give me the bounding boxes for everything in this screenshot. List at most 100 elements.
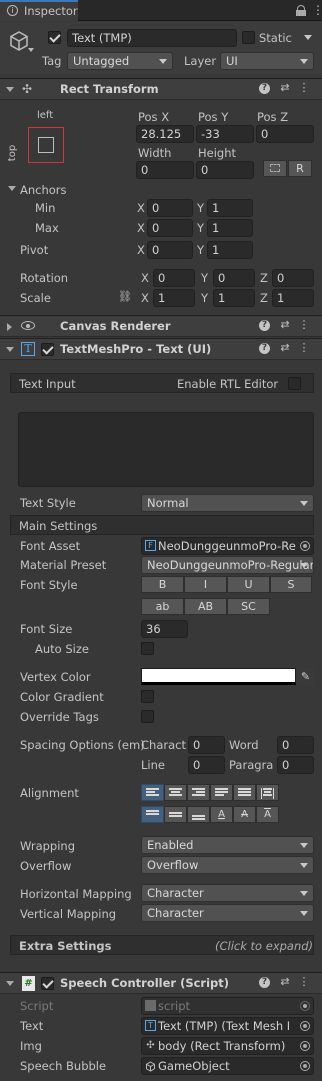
align-center-button[interactable] xyxy=(164,784,187,801)
object-picker-icon[interactable] xyxy=(300,1021,310,1031)
align-top-button[interactable] xyxy=(141,806,164,823)
extra-settings-header[interactable]: Extra Settings (Click to expand) xyxy=(10,935,314,955)
speech-controller-header[interactable]: # Speech Controller (Script) ? ⇄ ⋮ xyxy=(0,972,322,994)
tmp-enabled-checkbox[interactable] xyxy=(41,343,54,356)
min-x-field[interactable]: 0 xyxy=(147,199,193,217)
anchors-foldout-icon[interactable] xyxy=(8,186,16,191)
tab-inspector[interactable]: i Inspector xyxy=(0,0,78,21)
align-left-button[interactable] xyxy=(141,784,164,801)
speech-enabled-checkbox[interactable] xyxy=(41,977,54,990)
help-icon[interactable]: ? xyxy=(259,343,270,354)
rot-y-field[interactable]: 0 xyxy=(213,269,255,287)
component-menu-icon[interactable]: ⋮ xyxy=(298,82,310,94)
line-spacing-field[interactable]: 0 xyxy=(188,756,225,774)
lowercase-button[interactable]: ab xyxy=(141,598,184,615)
tag-dropdown[interactable]: Untagged xyxy=(67,52,173,70)
pivot-x-field[interactable]: 0 xyxy=(147,241,193,259)
help-icon[interactable]: ? xyxy=(259,977,270,988)
bold-button[interactable]: B xyxy=(141,576,184,593)
color-gradient-checkbox[interactable] xyxy=(141,690,154,703)
component-menu-icon[interactable]: ⋮ xyxy=(298,342,310,354)
align-geometry-center-button[interactable] xyxy=(256,784,279,801)
material-preset-dropdown[interactable]: NeoDunggeunmoPro-Regular xyxy=(141,556,314,574)
font-asset-field[interactable]: F NeoDunggeunmoPro-Re xyxy=(141,537,314,555)
rot-x-field[interactable]: 0 xyxy=(153,269,195,287)
smallcaps-button[interactable]: SC xyxy=(227,598,270,615)
component-menu-icon[interactable]: ⋮ xyxy=(298,319,310,331)
icon-dropdown-arrow[interactable] xyxy=(28,48,34,52)
vertex-color-swatch[interactable] xyxy=(141,668,296,685)
raw-edit-button[interactable]: R xyxy=(288,160,312,177)
object-picker-icon[interactable] xyxy=(300,1041,310,1051)
object-picker-icon[interactable] xyxy=(300,541,310,551)
strikethrough-button[interactable]: S xyxy=(270,576,312,593)
component-menu-icon[interactable]: ⋮ xyxy=(298,976,310,988)
rect-transform-header[interactable]: ✣ Rect Transform ? ⇄ ⋮ xyxy=(0,78,322,100)
align-capline-button[interactable]: A xyxy=(256,806,279,823)
info-icon: i xyxy=(7,5,18,16)
object-picker-icon[interactable] xyxy=(300,1061,310,1071)
more-menu-icon[interactable]: ⋮ xyxy=(312,3,322,17)
italic-button[interactable]: I xyxy=(184,576,227,593)
character-spacing-field[interactable]: 0 xyxy=(188,736,225,754)
pos-y-field[interactable]: -33 xyxy=(196,125,254,143)
max-y-field[interactable]: 1 xyxy=(207,219,253,237)
text-style-dropdown[interactable]: Normal xyxy=(141,494,314,512)
pivot-x-label: X xyxy=(137,243,145,257)
eyedropper-icon[interactable]: ✎ xyxy=(297,668,314,685)
align-right-button[interactable] xyxy=(187,784,210,801)
width-field[interactable]: 0 xyxy=(136,161,194,179)
chevron-down-icon xyxy=(300,891,308,896)
cube-icon xyxy=(8,30,30,55)
pos-z-field[interactable]: 0 xyxy=(256,125,314,143)
constrain-proportions-icon[interactable]: ⛓ xyxy=(118,291,132,303)
text-input-area[interactable] xyxy=(18,412,314,487)
presets-icon[interactable]: ⇄ xyxy=(279,82,291,94)
overflow-dropdown[interactable]: Overflow xyxy=(141,856,314,874)
static-checkbox[interactable] xyxy=(242,31,255,44)
presets-icon[interactable]: ⇄ xyxy=(279,319,291,331)
align-midline-button[interactable]: A xyxy=(233,806,256,823)
text-ref-field[interactable]: T Text (TMP) (Text Mesh I xyxy=(141,1017,314,1035)
blueprint-mode-button[interactable] xyxy=(263,160,287,177)
rot-z-field[interactable]: 0 xyxy=(272,269,314,287)
scale-z-field[interactable]: 1 xyxy=(272,289,314,307)
gameobject-icon xyxy=(145,1060,156,1072)
scale-x-field[interactable]: 1 xyxy=(153,289,195,307)
horizontal-mapping-dropdown[interactable]: Character xyxy=(141,884,314,902)
align-flush-button[interactable] xyxy=(233,784,256,801)
help-icon[interactable]: ? xyxy=(259,320,270,331)
vertical-mapping-dropdown[interactable]: Character xyxy=(141,904,314,922)
canvas-renderer-header[interactable]: Canvas Renderer ? ⇄ ⋮ xyxy=(0,315,322,337)
presets-icon[interactable]: ⇄ xyxy=(279,342,291,354)
uppercase-button[interactable]: AB xyxy=(184,598,227,615)
min-y-field[interactable]: 1 xyxy=(207,199,253,217)
scale-y-field[interactable]: 1 xyxy=(213,289,255,307)
layer-dropdown[interactable]: UI xyxy=(220,52,314,70)
align-baseline-button[interactable]: A̲ xyxy=(210,806,233,823)
tmp-header[interactable]: T TextMeshPro - Text (UI) ? ⇄ ⋮ xyxy=(0,338,322,360)
pivot-y-field[interactable]: 1 xyxy=(207,241,253,259)
rtl-checkbox[interactable] xyxy=(288,377,301,390)
speech-bubble-field[interactable]: GameObject xyxy=(141,1057,314,1075)
align-justified-button[interactable] xyxy=(210,784,233,801)
auto-size-checkbox[interactable] xyxy=(141,642,154,655)
align-middle-button[interactable] xyxy=(164,806,187,823)
align-bottom-button[interactable] xyxy=(187,806,210,823)
word-spacing-field[interactable]: 0 xyxy=(277,736,314,754)
presets-icon[interactable]: ⇄ xyxy=(279,976,291,988)
height-field[interactable]: 0 xyxy=(196,161,254,179)
paragraph-spacing-field[interactable]: 0 xyxy=(277,756,314,774)
font-size-field[interactable]: 36 xyxy=(141,620,188,638)
img-ref-field[interactable]: ✣ body (Rect Transform) xyxy=(141,1037,314,1055)
active-checkbox[interactable] xyxy=(48,31,61,44)
help-icon[interactable]: ? xyxy=(259,83,270,94)
object-name-field[interactable]: Text (TMP) xyxy=(67,29,237,47)
wrapping-dropdown[interactable]: Enabled xyxy=(141,836,314,854)
underline-button[interactable]: U xyxy=(227,576,270,593)
override-tags-checkbox[interactable] xyxy=(141,710,154,723)
max-x-field[interactable]: 0 xyxy=(147,219,193,237)
pos-x-field[interactable]: 28.125 xyxy=(136,125,194,143)
anchor-presets-button[interactable] xyxy=(28,127,64,163)
static-dropdown-arrow[interactable] xyxy=(304,35,312,40)
